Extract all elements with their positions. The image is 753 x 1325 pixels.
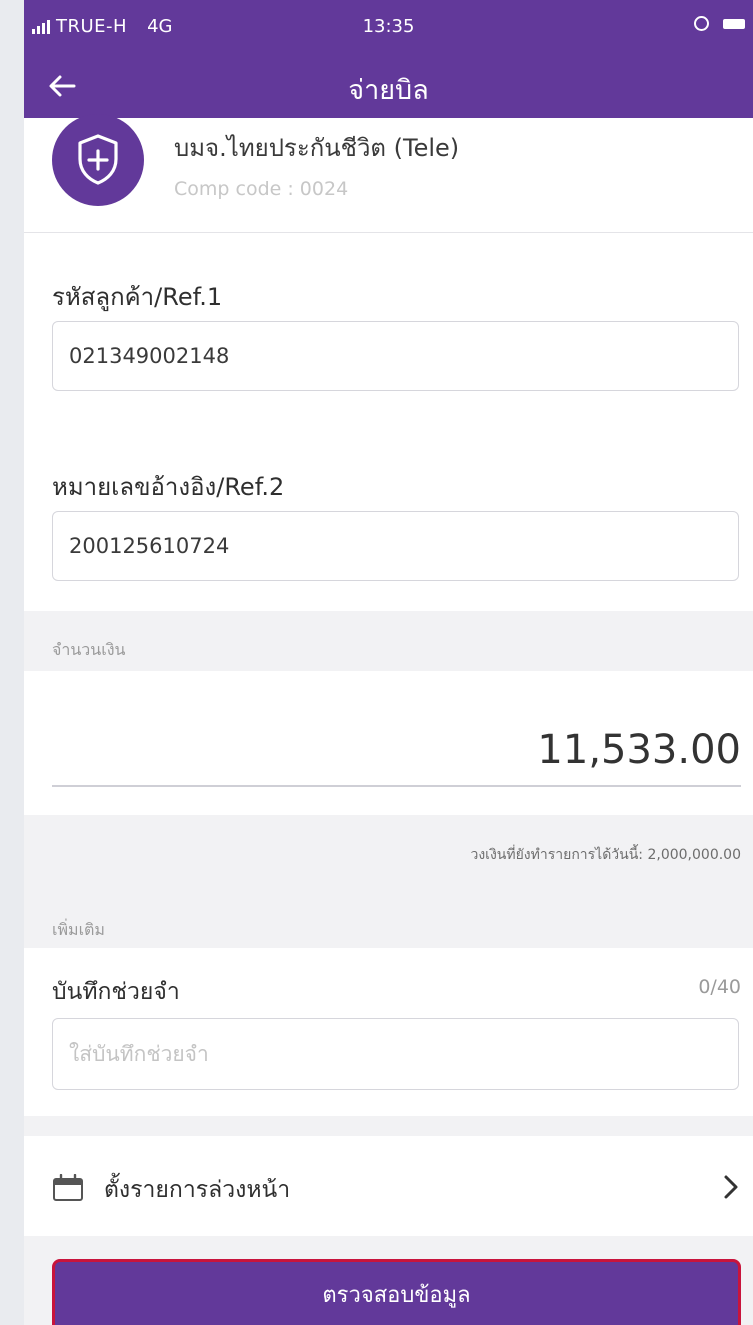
amount-section-label: จำนวนเงิน <box>52 640 126 659</box>
shield-plus-icon <box>78 134 118 185</box>
status-right <box>694 16 745 31</box>
more-section-label: เพิ่มเติม <box>52 920 105 939</box>
ref2-label: หมายเลขอ้างอิง/Ref.2 <box>52 473 285 501</box>
ref1-field[interactable]: 021349002148 <box>52 321 739 391</box>
company-logo <box>52 114 144 206</box>
daily-limit-text: วงเงินที่ยังทำรายการได้วันนี้: 2,000,000… <box>470 847 741 863</box>
amount-field[interactable]: 11,533.00 <box>537 727 741 773</box>
reference-section: รหัสลูกค้า/Ref.1 021349002148 หมายเลขอ้า… <box>24 233 753 611</box>
status-time: 13:35 <box>362 16 415 37</box>
note-counter: 0/40 <box>698 976 741 998</box>
note-input[interactable] <box>52 1018 739 1090</box>
company-card: บมจ.ไทยประกันชีวิต (Tele) Comp code : 00… <box>24 114 753 233</box>
top-bar: TRUE-H 4G 13:35 จ่ายบิล <box>24 0 753 118</box>
ref1-label: รหัสลูกค้า/Ref.1 <box>52 283 223 311</box>
amount-panel: 11,533.00 <box>24 671 753 815</box>
status-bar: TRUE-H 4G 13:35 <box>24 0 753 54</box>
schedule-label: ตั้งรายการล่วงหน้า <box>104 1177 291 1203</box>
battery-icon <box>723 18 745 29</box>
note-panel: บันทึกช่วยจำ 0/40 <box>24 948 753 1116</box>
phone-screen: TRUE-H 4G 13:35 จ่ายบิล บมจ.ไทยประกันชีว… <box>24 0 753 1325</box>
page-title: จ่ายบิล <box>348 75 429 106</box>
alarm-icon <box>694 16 709 31</box>
company-name: บมจ.ไทยประกันชีวิต (Tele) <box>174 134 460 162</box>
nav-bar: จ่ายบิล <box>24 54 753 118</box>
calendar-icon <box>53 1174 83 1201</box>
ref2-field[interactable]: 200125610724 <box>52 511 739 581</box>
chevron-right-icon <box>724 1175 738 1199</box>
company-code: Comp code : 0024 <box>174 178 349 200</box>
verify-button[interactable]: ตรวจสอบข้อมูล <box>52 1259 741 1325</box>
schedule-row[interactable]: ตั้งรายการล่วงหน้า <box>24 1136 753 1236</box>
amount-underline <box>52 785 741 787</box>
note-title: บันทึกช่วยจำ <box>52 979 180 1005</box>
